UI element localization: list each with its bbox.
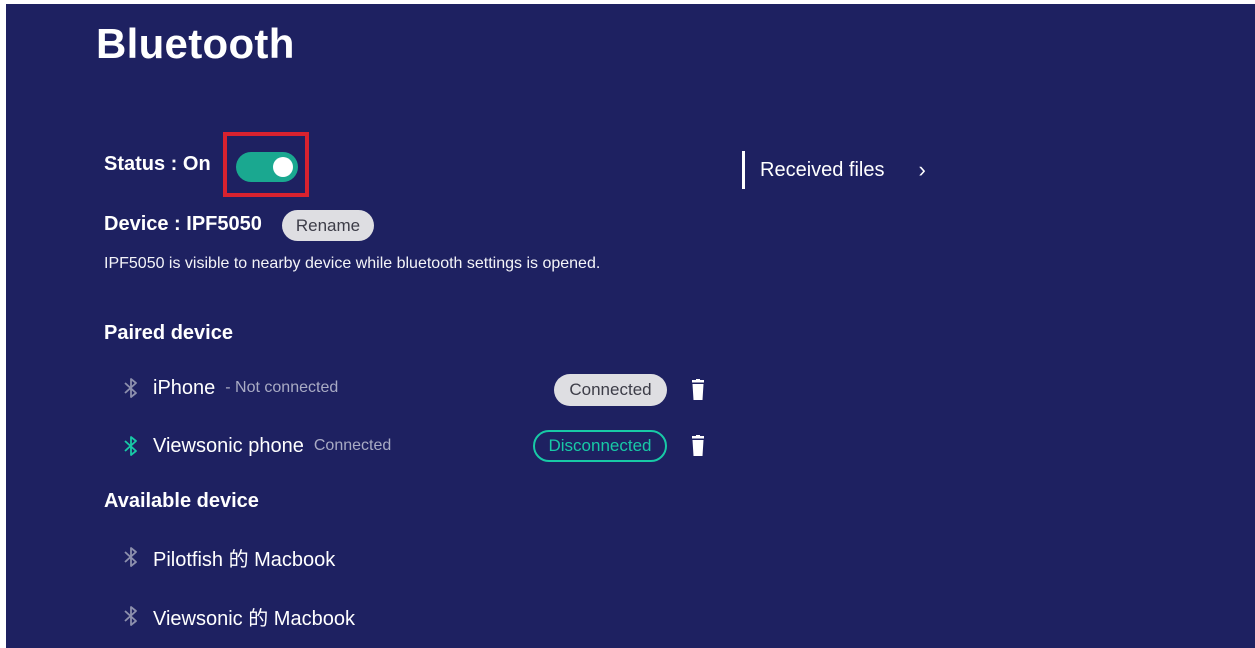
device-name: iPhone xyxy=(153,376,216,399)
page-title: Bluetooth xyxy=(96,20,295,67)
bluetooth-settings-screen: Bluetooth Status : On Device : IPF5050 R… xyxy=(6,4,1255,648)
trash-icon[interactable] xyxy=(690,379,706,401)
available-device-heading: Available device xyxy=(104,490,259,512)
bluetooth-icon xyxy=(122,546,140,568)
available-device-item-viewsonic-macbook[interactable]: Viewsonic 的 Macbook xyxy=(122,601,355,631)
status-row: Status : On xyxy=(104,153,211,176)
paired-device-heading: Paired device xyxy=(104,322,233,344)
bluetooth-connected-icon xyxy=(122,435,140,457)
device-row: Device : IPF5050 xyxy=(104,213,262,236)
rename-button[interactable]: Rename xyxy=(282,210,374,241)
bluetooth-icon xyxy=(122,377,140,399)
bluetooth-toggle[interactable] xyxy=(236,152,298,182)
paired-device-item-viewsonic-phone[interactable]: Viewsonic phone Connected xyxy=(122,431,391,461)
received-files-link[interactable]: Received files › xyxy=(742,151,926,189)
received-files-divider xyxy=(742,151,745,189)
visibility-note: IPF5050 is visible to nearby device whil… xyxy=(104,255,601,272)
toggle-knob xyxy=(273,157,293,177)
device-name: Pilotfish 的 Macbook xyxy=(153,548,336,571)
device-label: Device : IPF5050 xyxy=(104,213,262,235)
bluetooth-icon xyxy=(122,605,140,627)
disconnect-button[interactable]: Disconnected xyxy=(533,430,667,462)
chevron-right-icon: › xyxy=(918,157,926,182)
status-label: Status : On xyxy=(104,153,211,175)
device-status: Connected xyxy=(313,437,392,454)
received-files-label: Received files xyxy=(760,158,885,181)
paired-device-item-iphone[interactable]: iPhone - Not connected xyxy=(122,373,338,403)
available-device-item-pilotfish-macbook[interactable]: Pilotfish 的 Macbook xyxy=(122,542,335,572)
device-name: Viewsonic phone xyxy=(153,434,304,457)
connect-button[interactable]: Connected xyxy=(554,374,667,406)
trash-icon[interactable] xyxy=(690,435,706,457)
device-name: Viewsonic 的 Macbook xyxy=(153,607,355,630)
device-status: - Not connected xyxy=(225,379,339,396)
